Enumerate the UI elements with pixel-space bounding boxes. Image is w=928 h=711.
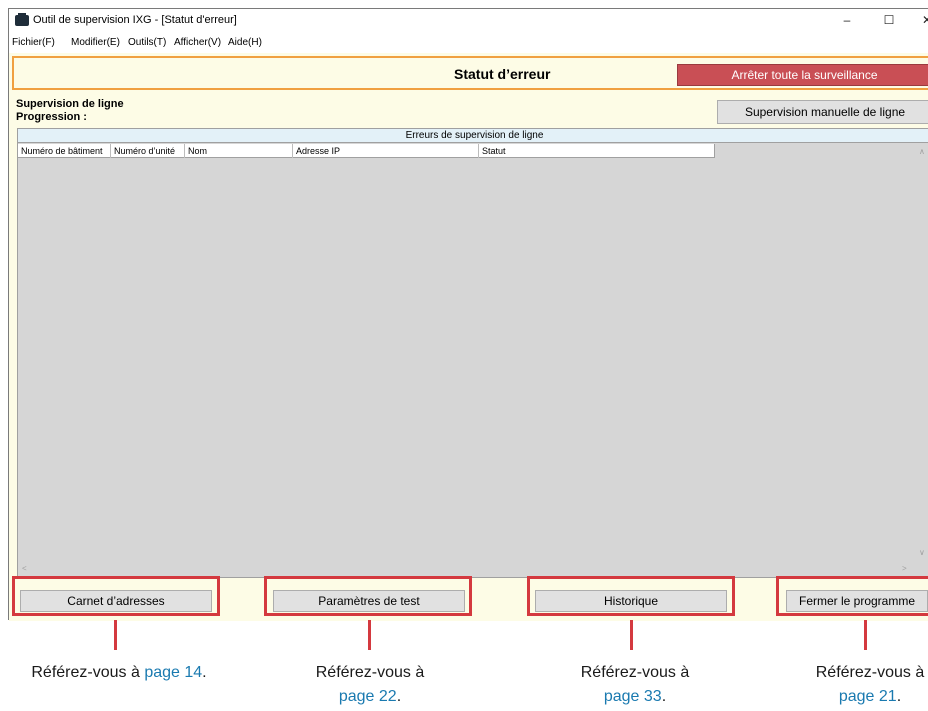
callout-address-book: Référez-vous à page 14. <box>0 661 244 685</box>
menu-edit[interactable]: Modifier(E) <box>71 37 120 48</box>
client-area: Statut d’erreur Arrêter toute la surveil… <box>9 53 928 621</box>
app-icon <box>15 13 29 26</box>
column-name[interactable]: Nom <box>185 144 293 158</box>
callout-line-close-program <box>864 620 867 650</box>
window-title: Outil de supervision IXG - [Statut d'err… <box>33 14 237 26</box>
page-link-close-program[interactable]: page 21 <box>839 688 897 705</box>
callout-period: . <box>202 664 207 681</box>
minimize-button[interactable]: – <box>829 9 865 31</box>
address-book-button[interactable]: Carnet d’adresses <box>20 590 212 612</box>
line-errors-table: Erreurs de supervision de ligne Numéro d… <box>17 128 928 578</box>
callout-refer-text: Référez-vous à <box>315 664 425 681</box>
column-building-number[interactable]: Numéro de bâtiment <box>18 144 111 158</box>
page-link-test-params[interactable]: page 22 <box>339 688 397 705</box>
line-supervision-label: Supervision de ligne <box>16 98 124 110</box>
callout-period: . <box>396 688 402 705</box>
column-unit-number[interactable]: Numéro d’unité <box>111 144 185 158</box>
callout-period: . <box>896 688 902 705</box>
table-header: Numéro de bâtiment Numéro d’unité Nom Ad… <box>18 144 715 158</box>
maximize-button[interactable]: ☐ <box>871 9 907 31</box>
callout-line-test-params <box>368 620 371 650</box>
status-header: Statut d’erreur Arrêter toute la surveil… <box>12 56 928 90</box>
menu-file[interactable]: Fichier(F) <box>12 37 55 48</box>
errors-table-title: Erreurs de supervision de ligne <box>18 129 928 143</box>
scroll-left-icon[interactable]: < <box>22 564 27 573</box>
page-link-address-book[interactable]: page 14 <box>144 664 202 681</box>
column-ip-address[interactable]: Adresse IP <box>293 144 479 158</box>
menu-help[interactable]: Aide(H) <box>228 37 262 48</box>
scroll-right-icon[interactable]: > <box>902 564 907 573</box>
callout-line-address-book <box>114 620 117 650</box>
close-program-button[interactable]: Fermer le programme <box>786 590 928 612</box>
callout-refer-text: Référez-vous à <box>31 664 140 681</box>
column-status[interactable]: Statut <box>479 144 714 158</box>
menu-view[interactable]: Afficher(V) <box>174 37 221 48</box>
close-window-button[interactable]: ✕ <box>909 9 928 31</box>
title-bar: Outil de supervision IXG - [Statut d'err… <box>9 9 928 33</box>
callout-test-params: Référez-vous à page 22. <box>290 661 450 709</box>
page-title: Statut d’erreur <box>454 66 551 82</box>
app-window: Outil de supervision IXG - [Statut d'err… <box>8 8 928 621</box>
manual-line-supervision-button[interactable]: Supervision manuelle de ligne <box>717 100 928 124</box>
scroll-down-icon[interactable]: ∨ <box>919 548 925 557</box>
stop-all-monitoring-button[interactable]: Arrêter toute la surveillance <box>677 64 928 86</box>
callout-refer-text: Référez-vous à <box>815 664 925 681</box>
vertical-scrollbar[interactable]: ∧ ∨ <box>914 144 928 562</box>
history-button[interactable]: Historique <box>535 590 727 612</box>
callout-refer-text: Référez-vous à <box>580 664 690 681</box>
callout-period: . <box>661 688 667 705</box>
menu-tools[interactable]: Outils(T) <box>128 37 166 48</box>
menu-bar: Fichier(F) Modifier(E) Outils(T) Affiche… <box>9 33 928 53</box>
horizontal-scrollbar[interactable]: < > <box>18 562 914 577</box>
callout-close-program: Référez-vous à page 21. <box>790 661 928 709</box>
page-link-history[interactable]: page 33 <box>604 688 662 705</box>
progress-label: Progression : <box>16 111 87 123</box>
callout-line-history <box>630 620 633 650</box>
callout-history: Référez-vous à page 33. <box>555 661 715 709</box>
scroll-up-icon[interactable]: ∧ <box>919 147 925 156</box>
test-parameters-button[interactable]: Paramètres de test <box>273 590 465 612</box>
